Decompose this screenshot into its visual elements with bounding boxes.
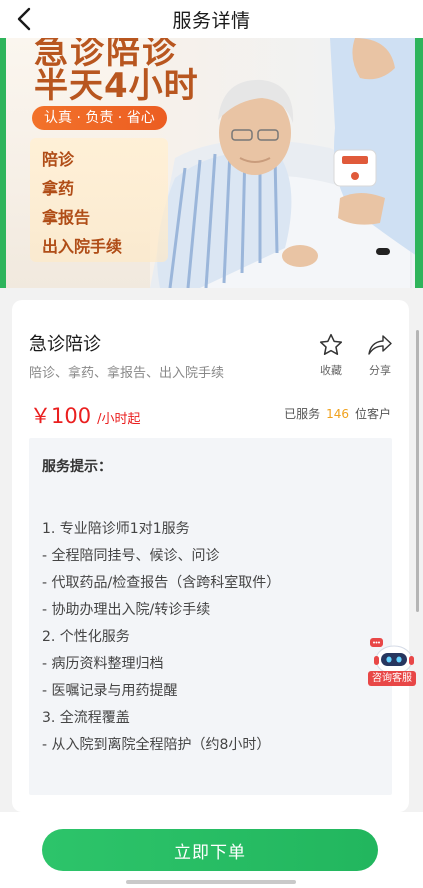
share-button[interactable]: 分享 (360, 332, 400, 378)
served-count-text: 已服务 146 位客户 (284, 405, 391, 422)
price-unit: /小时起 (97, 412, 141, 427)
page-title: 服务详情 (172, 9, 251, 32)
price-amount: ￥100 (30, 404, 92, 428)
banner-feature-item: 出入院手续 (42, 237, 123, 256)
tip-line: - 全程陪同挂号、候诊、问诊 (42, 548, 220, 564)
service-tips-list: 1. 专业陪诊师1对1服务 - 全程陪同挂号、候诊、问诊 - 代取药品/检查报告… (42, 516, 280, 759)
share-arrow-icon (368, 335, 392, 355)
back-arrow-icon (17, 7, 31, 31)
share-label: 分享 (369, 364, 391, 377)
banner-edge-left (0, 38, 6, 288)
favorite-label: 收藏 (320, 364, 342, 377)
banner-edge-right (415, 38, 423, 288)
banner-headline-main: 半天4小时 (34, 66, 199, 106)
service-detail-card: 急诊陪诊 陪诊、拿药、拿报告、出入院手续 收藏 分享 ￥100 /小时起 已服务… (12, 300, 409, 812)
tip-line: - 代取药品/检查报告（含跨科室取件） (42, 575, 281, 591)
nav-bar: 服务详情 (0, 0, 423, 38)
star-icon (319, 333, 343, 355)
order-now-button[interactable]: 立即下单 (42, 829, 378, 871)
service-tips-title: 服务提示： (42, 459, 112, 475)
tip-line: 1. 专业陪诊师1对1服务 (42, 521, 190, 537)
scrollbar[interactable] (416, 330, 419, 612)
service-tips-box: 服务提示： 1. 专业陪诊师1对1服务 - 全程陪同挂号、候诊、问诊 - 代取药… (29, 438, 392, 795)
favorite-button[interactable]: 收藏 (311, 332, 351, 378)
home-indicator (126, 880, 296, 884)
back-button[interactable] (10, 5, 38, 33)
served-prefix: 已服务 (284, 407, 321, 421)
banner-feature-item: 拿药 (42, 179, 75, 198)
customer-service-button[interactable]: 咨询客服 (366, 638, 420, 688)
banner-tagline-pill: 认真 · 负责 · 省心 (32, 106, 167, 130)
customer-service-label: 咨询客服 (368, 671, 416, 686)
banner-feature-item: 拿报告 (42, 208, 91, 227)
tip-line: - 病历资料整理归档 (42, 656, 164, 672)
served-count: 146 (326, 407, 349, 421)
price: ￥100 /小时起 (30, 400, 140, 430)
tip-line: 2. 个性化服务 (42, 629, 130, 645)
tip-line: 3. 全流程覆盖 (42, 710, 130, 726)
service-subtitle: 陪诊、拿药、拿报告、出入院手续 (29, 366, 225, 381)
bottom-action-bar: 立即下单 (0, 812, 423, 888)
service-banner: 急诊陪诊 半天4小时 认真 · 负责 · 省心 陪诊 拿药 拿报告 出入院手续 (0, 38, 423, 288)
served-suffix: 位客户 (354, 407, 391, 421)
service-name: 急诊陪诊 (29, 334, 101, 355)
tip-line: - 从入院到离院全程陪护（约8小时） (42, 737, 271, 753)
tip-line: - 医嘱记录与用药提醒 (42, 683, 178, 699)
banner-feature-item: 陪诊 (42, 150, 75, 169)
tip-line: - 协助办理出入院/转诊手续 (42, 602, 211, 618)
